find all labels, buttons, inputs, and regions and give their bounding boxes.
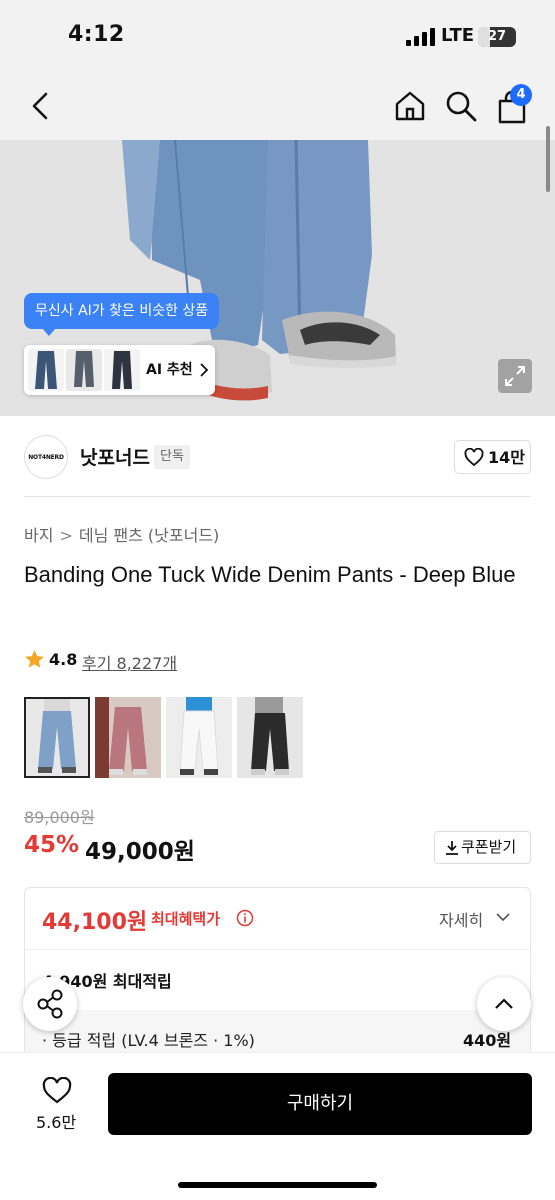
battery-level: 27 <box>487 29 507 44</box>
status-time: 4:12 <box>68 22 125 47</box>
top-nav: 4 <box>0 72 555 140</box>
color-thumb-deep-blue[interactable] <box>24 697 90 778</box>
breadcrumb-category[interactable]: 바지 <box>24 526 53 545</box>
divider <box>25 949 530 950</box>
network-label: LTE <box>441 25 475 46</box>
chevron-right-icon <box>200 363 209 377</box>
sale-price: 49,000원 <box>85 839 195 865</box>
coupon-label: 쿠폰받기 <box>461 838 517 856</box>
battery-icon: 27 <box>478 27 516 47</box>
benefit-detail-toggle[interactable]: 자세히 <box>439 907 483 931</box>
brand-logo[interactable]: NOT4NERD <box>24 435 68 479</box>
coupon-button[interactable]: 쿠폰받기 <box>434 831 531 864</box>
ai-recommend-card[interactable]: AI 추천 <box>24 345 215 395</box>
benefit-box: 44,100원 최대혜택가 자세히 4,940원 최대적립 · 등급 적립 (L… <box>24 887 531 1062</box>
buy-button[interactable]: 구매하기 <box>108 1073 532 1135</box>
ai-similar-bubble[interactable]: 무신사 AI가 찾은 비슷한 상품 <box>24 293 220 336</box>
info-icon[interactable] <box>236 909 254 927</box>
brand-like-button[interactable]: 14만 <box>454 440 531 474</box>
ai-thumb-2 <box>66 349 102 391</box>
chevron-up-icon <box>495 998 513 1009</box>
scroll-top-button[interactable] <box>477 977 531 1031</box>
chevron-down-icon[interactable] <box>495 912 511 922</box>
bottom-action-bar: 5.6만 구매하기 <box>0 1052 555 1200</box>
home-icon[interactable] <box>393 89 427 123</box>
max-benefit-label: 최대혜택가 <box>151 910 221 928</box>
max-benefit-price: 44,100원 <box>42 910 148 935</box>
exclusive-badge: 단독 <box>154 445 190 469</box>
status-bar: 4:12 LTE 27 <box>0 0 555 72</box>
ai-thumb-3 <box>104 349 140 391</box>
product-like-count: 5.6만 <box>36 1113 77 1132</box>
color-thumb-pink[interactable] <box>95 697 161 778</box>
signal-icon <box>406 28 436 46</box>
download-icon <box>446 841 458 855</box>
share-icon <box>37 989 63 1019</box>
rating-score: 4.8 <box>49 650 78 669</box>
product-hero-image[interactable]: 무신사 AI가 찾은 비슷한 상품 AI 추천 <box>0 140 555 416</box>
search-icon[interactable] <box>444 89 478 123</box>
share-button[interactable] <box>23 977 77 1031</box>
back-arrow-icon[interactable] <box>26 90 56 122</box>
color-thumb-black[interactable] <box>237 697 303 778</box>
brand-like-count: 14만 <box>488 448 525 467</box>
breadcrumb-subcategory[interactable]: 데님 팬츠 (낫포너드) <box>79 526 219 545</box>
color-thumb-white[interactable] <box>166 697 232 778</box>
home-indicator <box>178 1182 377 1188</box>
heart-icon <box>464 448 484 467</box>
brand-name[interactable]: 낫포너드 <box>80 443 150 470</box>
star-icon <box>25 650 44 668</box>
discount-rate: 45% <box>24 832 80 858</box>
original-price: 89,000원 <box>24 808 95 827</box>
expand-image-button[interactable] <box>498 359 532 393</box>
breadcrumb: 바지 > 데님 팬츠 (낫포너드) <box>24 522 219 546</box>
product-title: Banding One Tuck Wide Denim Pants - Deep… <box>24 562 516 587</box>
ai-thumb-1 <box>28 349 64 391</box>
divider <box>24 496 531 497</box>
cart-count-badge: 4 <box>510 84 532 106</box>
heart-icon[interactable] <box>41 1077 73 1105</box>
scrollbar[interactable] <box>546 126 550 192</box>
breadcrumb-separator: > <box>59 526 73 545</box>
review-link[interactable]: 후기 8,227개 <box>82 650 177 674</box>
ai-recommend-label: AI 추천 <box>146 362 193 378</box>
expand-icon <box>505 366 525 386</box>
